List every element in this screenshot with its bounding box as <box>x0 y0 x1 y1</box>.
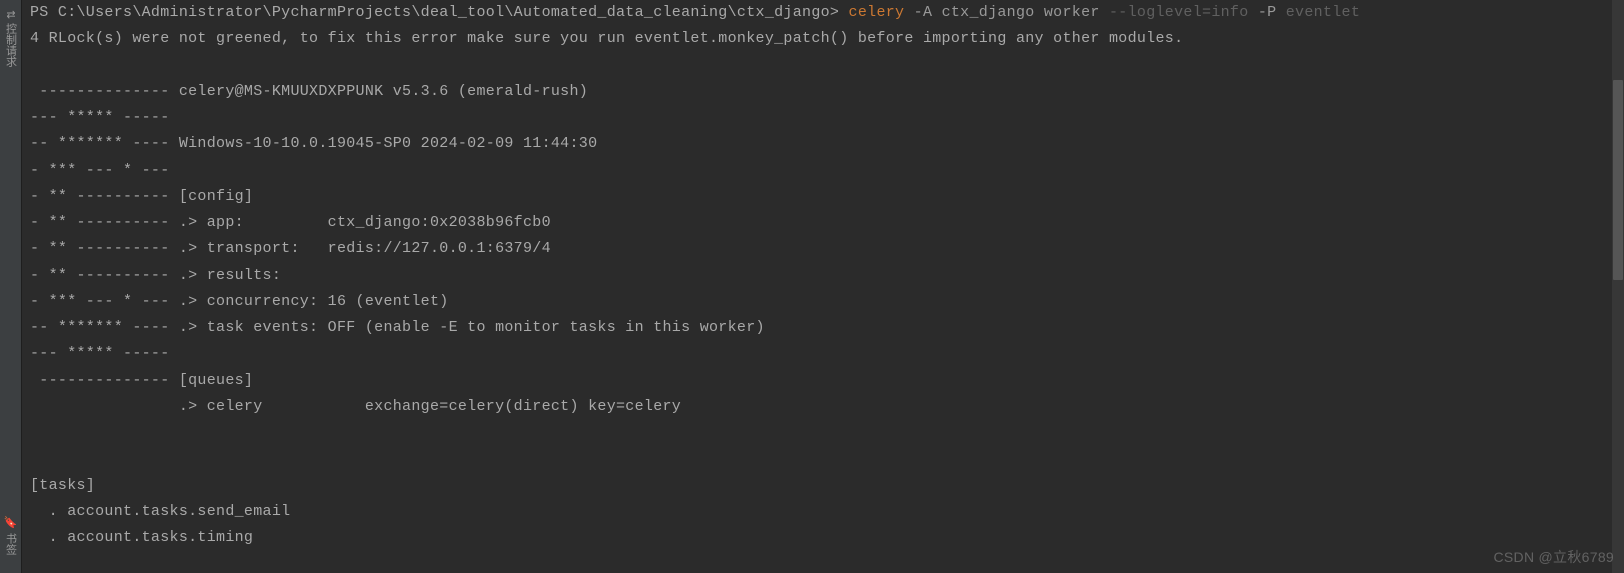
banner-transport-line: - ** ---------- .> transport: redis://12… <box>30 236 1616 262</box>
scrollbar-track[interactable] <box>1612 0 1624 573</box>
bookmark-icon: 🔖 <box>4 516 17 529</box>
tasks-header: [tasks] <box>30 473 1616 499</box>
blank-line <box>30 446 1616 472</box>
banner-config-header: - ** ---------- [config] <box>30 184 1616 210</box>
watermark-text: CSDN @立秋6789 <box>1493 547 1614 567</box>
banner-queues-header: -------------- [queues] <box>30 368 1616 394</box>
blank-line <box>30 420 1616 446</box>
banner-art-line: --- ***** ----- <box>30 341 1616 367</box>
task-entry: . account.tasks.timing <box>30 525 1616 551</box>
sidebar-tab-bookmarks[interactable]: 🔖 书签 <box>0 508 21 563</box>
blank-line <box>30 53 1616 79</box>
sidebar-tab-label: 书签 <box>3 533 19 555</box>
command-args: eventlet <box>1286 4 1360 21</box>
pull-request-icon: ⇅ <box>4 10 17 19</box>
banner-concurrency-line: - *** --- * --- .> concurrency: 16 (even… <box>30 289 1616 315</box>
prompt-path: PS C:\Users\Administrator\PycharmProject… <box>30 4 839 21</box>
command-args: -A ctx_django worker <box>904 4 1109 21</box>
sidebar-tab-pull-requests[interactable]: ⇅ 控制请求 <box>0 2 21 75</box>
terminal-panel[interactable]: PS C:\Users\Administrator\PycharmProject… <box>22 0 1624 573</box>
banner-art-line: - *** --- * --- <box>30 158 1616 184</box>
terminal-prompt-line: PS C:\Users\Administrator\PycharmProject… <box>30 0 1616 26</box>
task-entry: . account.tasks.send_email <box>30 499 1616 525</box>
banner-platform: -- ******* ---- Windows-10-10.0.19045-SP… <box>30 131 1616 157</box>
ide-sidebar-tabs: ⇅ 控制请求 🔖 书签 <box>0 0 22 573</box>
banner-art-line: --- ***** ----- <box>30 105 1616 131</box>
warning-line: 4 RLock(s) were not greened, to fix this… <box>30 26 1616 52</box>
command-flag: --loglevel=info <box>1109 4 1249 21</box>
command-args: -P <box>1249 4 1286 21</box>
banner-events-line: -- ******* ---- .> task events: OFF (ena… <box>30 315 1616 341</box>
scrollbar-thumb[interactable] <box>1613 80 1623 280</box>
banner-app-line: - ** ---------- .> app: ctx_django:0x203… <box>30 210 1616 236</box>
sidebar-tab-label: 控制请求 <box>3 23 19 67</box>
command-celery: celery <box>849 4 905 21</box>
banner-header: -------------- celery@MS-KMUUXDXPPUNK v5… <box>30 79 1616 105</box>
banner-queue-entry: .> celery exchange=celery(direct) key=ce… <box>30 394 1616 420</box>
banner-results-line: - ** ---------- .> results: <box>30 263 1616 289</box>
